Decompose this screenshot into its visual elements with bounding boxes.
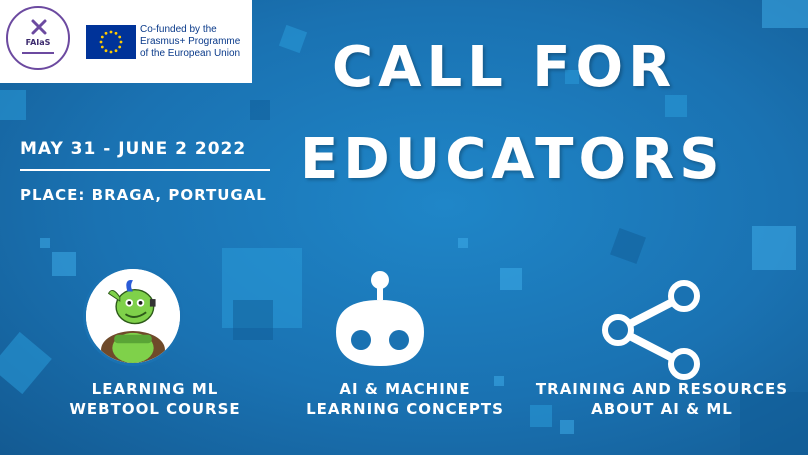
decor-square (752, 226, 796, 270)
decor-square (250, 100, 270, 120)
decor-square (278, 24, 308, 54)
divider (20, 169, 270, 171)
eu-line: Co-funded by the (140, 24, 217, 35)
eu-cofunded-text: Co-funded by the Erasmus+ Programme of t… (140, 24, 240, 60)
decor-square (610, 228, 646, 264)
decor-square (762, 0, 808, 28)
eu-line: of the European Union (140, 48, 241, 59)
decor-square (500, 268, 522, 290)
decor-square (52, 252, 76, 276)
eu-line: Erasmus+ Programme (140, 36, 241, 47)
faias-underline (22, 52, 54, 54)
feature-label-line: TRAINING AND RESOURCES (535, 380, 789, 398)
feature-label-line: LEARNING CONCEPTS (306, 400, 504, 418)
decor-square (458, 238, 468, 248)
robot-icon (336, 271, 424, 366)
feature-label-line: AI & MACHINE (339, 380, 471, 398)
decor-square (560, 420, 574, 434)
feature-label-learning-ml: LEARNING ML WEBTOOL COURSE (60, 379, 250, 419)
faias-mark-icon (31, 19, 47, 35)
faias-name: FAIaS (25, 38, 51, 47)
feature-label-line: ABOUT AI & ML (591, 400, 733, 418)
title-line-2: EDUCATORS (300, 127, 725, 192)
genie-mascot-illustration (86, 269, 180, 363)
poster: FAIaS Co-funded by the Erasmus+ Programm… (0, 0, 808, 455)
decor-square (40, 238, 50, 248)
decor-square (0, 90, 26, 120)
title-line-1: CALL FOR (332, 35, 677, 100)
mascot-icon (83, 266, 183, 366)
event-place: PLACE: BRAGA, PORTUGAL (20, 186, 267, 204)
event-date: MAY 31 - JUNE 2 2022 (20, 139, 247, 159)
feature-label-ai-concepts: AI & MACHINE LEARNING CONCEPTS (300, 379, 510, 419)
logo-bar: FAIaS Co-funded by the Erasmus+ Programm… (0, 0, 252, 83)
eu-flag-icon (86, 25, 136, 59)
feature-label-line: LEARNING ML (91, 380, 219, 398)
faias-logo: FAIaS (6, 6, 70, 70)
decor-square (233, 300, 273, 340)
feature-label-training: TRAINING AND RESOURCES ABOUT AI & ML (522, 379, 802, 419)
feature-label-line: WEBTOOL COURSE (69, 400, 241, 418)
share-icon (602, 280, 700, 380)
decor-square (0, 331, 52, 395)
